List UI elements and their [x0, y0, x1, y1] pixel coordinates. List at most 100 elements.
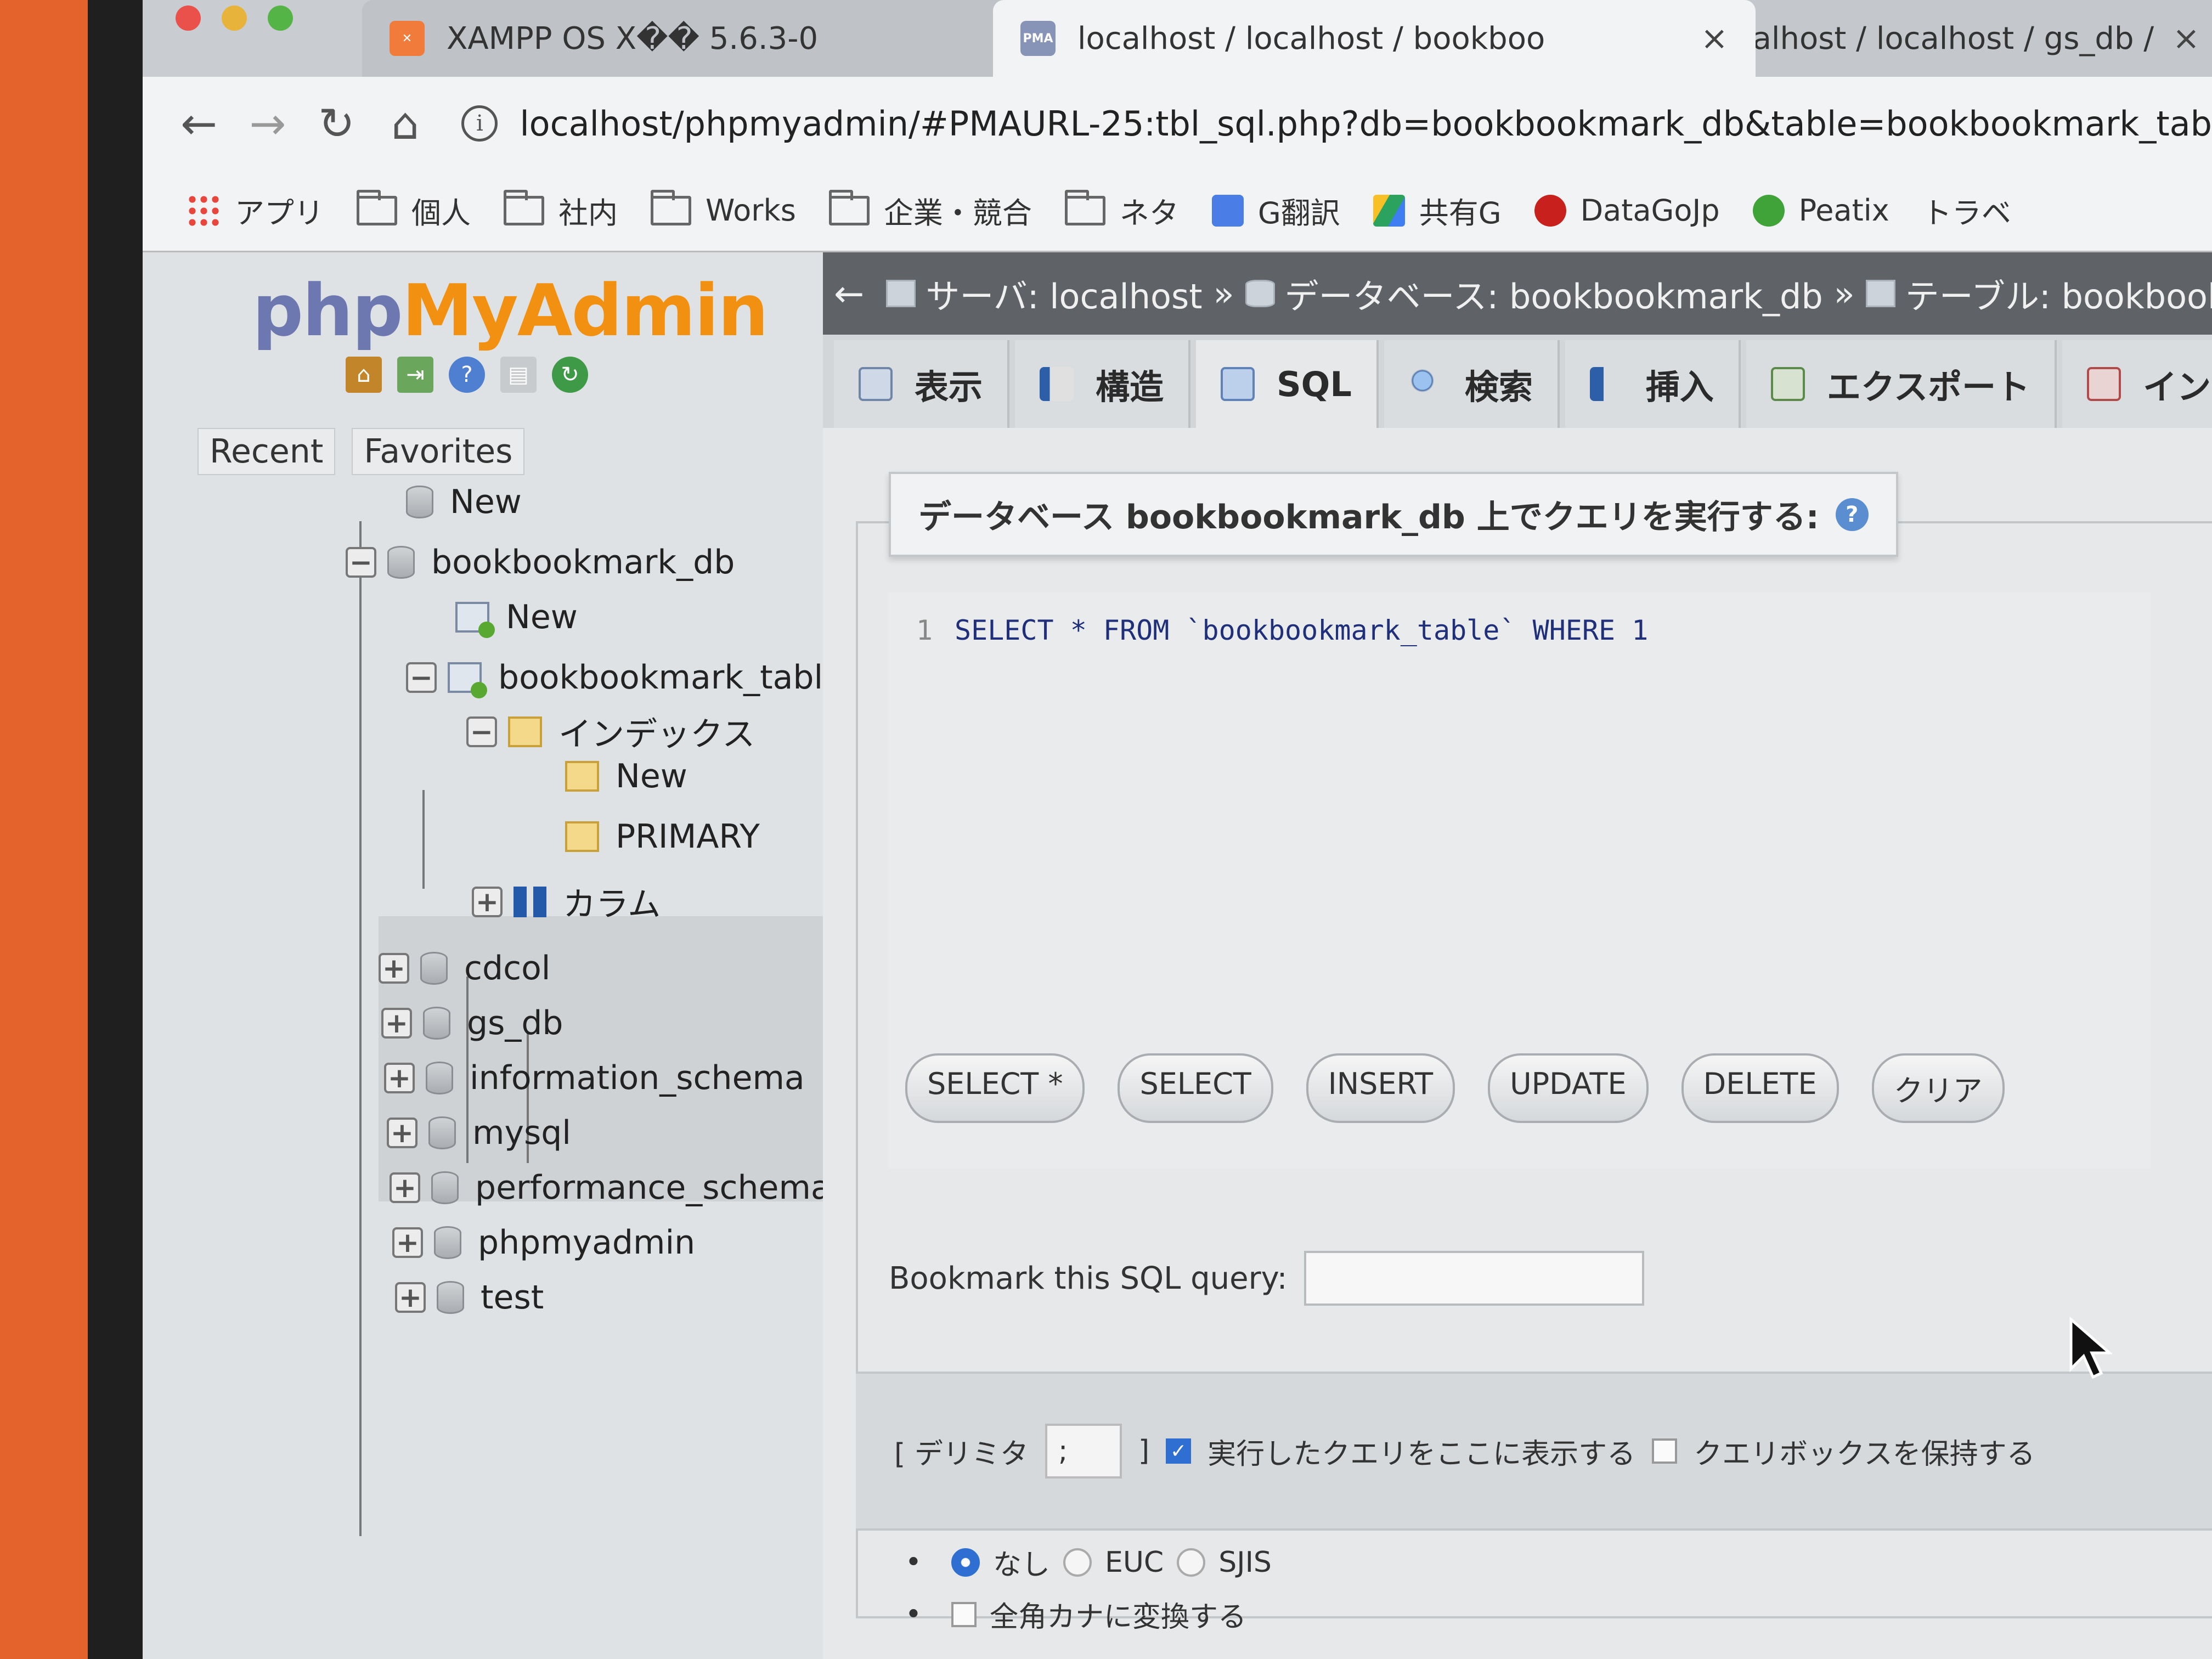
help-icon[interactable]: ?	[1835, 498, 1869, 531]
show-query-checkbox[interactable]: ✓	[1166, 1438, 1192, 1464]
import-icon	[2087, 367, 2121, 401]
tab-bookbookmark[interactable]: PMA localhost / localhost / bookboo ×	[993, 0, 1756, 77]
expand-icon[interactable]: +	[379, 952, 409, 984]
browser-toolbar: ← → ↻ ⌂ i localhost/phpmyadmin/#PMAURL-2…	[143, 77, 2212, 170]
close-tab-icon[interactable]: ×	[2172, 19, 2200, 58]
tree-item-new-table[interactable]: New	[455, 598, 578, 638]
help-icon[interactable]: ?	[449, 357, 485, 393]
bookmark-link[interactable]: Peatix	[1752, 193, 1889, 228]
tab-export[interactable]: エクスポート	[1746, 340, 2057, 428]
home-icon[interactable]: ⌂	[371, 98, 439, 149]
bookmark-label: 企業・競合	[883, 196, 1032, 230]
charset-euc-radio[interactable]	[1063, 1548, 1092, 1577]
xampp-icon: ✕	[390, 21, 425, 56]
tree-item-db[interactable]: + cdcol	[379, 949, 550, 988]
insert-button[interactable]: INSERT	[1306, 1053, 1455, 1123]
breadcrumb-server[interactable]: サーバ: localhost	[886, 269, 1203, 318]
breadcrumb-table[interactable]: テーブル: bookbookmark	[1865, 269, 2212, 318]
tab-sql[interactable]: SQL	[1196, 340, 1379, 428]
tab-browse[interactable]: 表示	[834, 340, 1010, 428]
collapse-icon[interactable]: −	[406, 662, 437, 693]
tree-item-new-db[interactable]: New	[406, 483, 522, 521]
tree-item-bookbookmark-table[interactable]: − bookbookmark_table	[406, 658, 843, 698]
home-icon[interactable]: ⌂	[346, 357, 382, 393]
bookmark-apps[interactable]: アプリ	[187, 189, 324, 232]
expand-icon[interactable]: +	[384, 1062, 415, 1094]
expand-icon[interactable]: +	[392, 1227, 423, 1259]
tree-item-db[interactable]: + information_schema	[384, 1059, 805, 1097]
reload-navigation-icon[interactable]: ↻	[552, 357, 588, 393]
bookmark-folder[interactable]: 個人	[357, 189, 471, 232]
tree-item-primary-index[interactable]: PRIMARY	[565, 817, 760, 856]
info-icon[interactable]: i	[461, 105, 498, 142]
tree-label: mysql	[472, 1114, 571, 1152]
collapse-icon[interactable]: −	[346, 546, 376, 578]
bookmark-folder[interactable]: ネタ	[1064, 189, 1179, 232]
tab-search[interactable]: 検索	[1384, 340, 1560, 428]
update-button[interactable]: UPDATE	[1488, 1053, 1649, 1123]
tree-item-new-index[interactable]: New	[565, 757, 687, 795]
bookmark-link[interactable]: DataGoJp	[1534, 193, 1720, 228]
charset-euc-label: EUC	[1105, 1545, 1164, 1579]
tree-item-indexes[interactable]: − インデックス	[466, 708, 755, 755]
folder-icon	[651, 189, 691, 225]
bookmark-link[interactable]: G翻訳	[1211, 189, 1340, 232]
tree-item-columns[interactable]: + カラム	[472, 878, 661, 926]
bookmark-input[interactable]	[1304, 1251, 1644, 1306]
minimize-window-icon[interactable]	[222, 5, 247, 31]
google-drive-icon	[1373, 194, 1405, 227]
folder-icon	[828, 189, 870, 225]
recent-tab[interactable]: Recent	[198, 428, 336, 475]
bookmark-folder[interactable]: Works	[651, 189, 796, 228]
tree-item-db[interactable]: + gs_db	[381, 1004, 563, 1042]
breadcrumb-database[interactable]: データベース: bookbookmark_db	[1245, 269, 1823, 318]
new-table-icon	[455, 602, 495, 638]
expand-icon[interactable]: +	[390, 1172, 420, 1204]
structure-icon	[1040, 367, 1074, 401]
back-icon[interactable]: ←	[165, 98, 233, 149]
documentation-icon[interactable]: ▤	[500, 357, 537, 393]
bookmark-link[interactable]: 共有G	[1373, 189, 1502, 232]
tab-insert[interactable]: 挿入	[1565, 340, 1741, 428]
select-button[interactable]: SELECT	[1118, 1053, 1273, 1123]
tree-item-db[interactable]: + mysql	[387, 1114, 571, 1152]
tree-item-db[interactable]: + phpmyadmin	[392, 1223, 695, 1262]
browse-icon	[859, 367, 893, 401]
expand-icon[interactable]: +	[387, 1117, 417, 1149]
expand-icon[interactable]: +	[381, 1007, 412, 1039]
tree-label: gs_db	[467, 1004, 563, 1042]
select-all-button[interactable]: SELECT *	[905, 1053, 1085, 1123]
zoom-window-icon[interactable]	[268, 5, 293, 31]
bookmark-link[interactable]: トラベ	[1922, 189, 2011, 232]
close-tab-icon[interactable]: ×	[1701, 19, 1728, 58]
phpmyadmin-logo[interactable]: phpMyAdmin	[252, 269, 769, 352]
charset-options: • なし EUC SJIS • 全角カナに変換する	[889, 1542, 1272, 1646]
charset-none-radio[interactable]	[951, 1548, 980, 1577]
tree-item-db[interactable]: + test	[395, 1278, 544, 1317]
delimiter-input[interactable]: ;	[1045, 1424, 1122, 1479]
delimiter-close: ]	[1138, 1435, 1150, 1468]
collapse-nav-icon[interactable]: ←	[834, 273, 864, 315]
expand-icon[interactable]: +	[472, 886, 503, 918]
sql-snippet-buttons: SELECT * SELECT INSERT UPDATE DELETE クリア	[905, 1053, 2005, 1123]
tab-structure[interactable]: 構造	[1015, 340, 1191, 428]
mouse-cursor-icon	[2069, 1317, 2112, 1379]
clear-button[interactable]: クリア	[1871, 1053, 2005, 1123]
delete-button[interactable]: DELETE	[1681, 1053, 1839, 1123]
bookmark-folder[interactable]: 社内	[504, 189, 618, 232]
kana-checkbox[interactable]	[951, 1601, 977, 1627]
collapse-icon[interactable]: −	[466, 716, 497, 748]
close-window-icon[interactable]	[176, 5, 201, 31]
address-bar[interactable]: i localhost/phpmyadmin/#PMAURL-25:tbl_sq…	[461, 104, 2212, 144]
tree-item-bookbookmark-db[interactable]: − bookbookmark_db	[346, 543, 735, 582]
forward-icon[interactable]: →	[233, 98, 302, 149]
tab-import[interactable]: インポート	[2062, 340, 2212, 428]
expand-icon[interactable]: +	[395, 1282, 426, 1313]
bookmark-folder[interactable]: 企業・競合	[828, 189, 1032, 232]
logout-icon[interactable]: ⇥	[397, 357, 433, 393]
tree-item-db[interactable]: + performance_schema	[390, 1169, 831, 1207]
reload-icon[interactable]: ↻	[302, 98, 371, 149]
retain-box-checkbox[interactable]	[1652, 1438, 1678, 1464]
favorites-tab[interactable]: Favorites	[352, 428, 525, 475]
charset-sjis-radio[interactable]	[1177, 1548, 1206, 1577]
